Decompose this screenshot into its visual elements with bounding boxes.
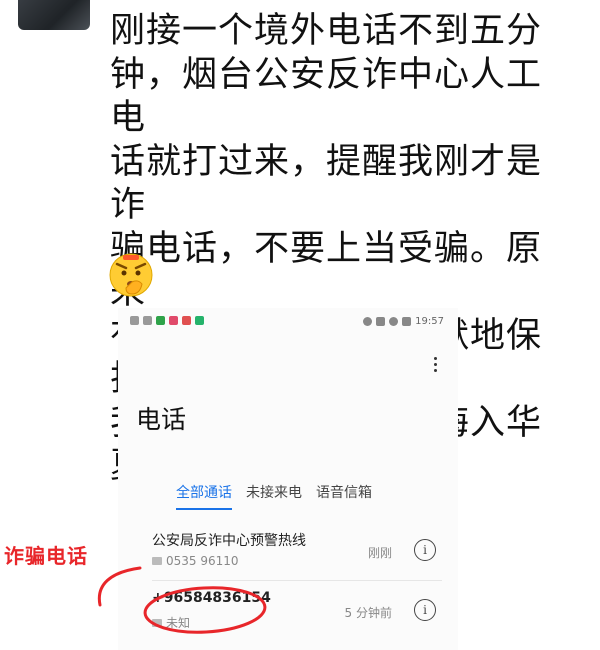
scam-call-annotation: 诈骗电话 bbox=[4, 544, 88, 568]
post-line: 刚接一个境外电话不到五分 bbox=[110, 11, 543, 51]
row-divider bbox=[152, 580, 442, 581]
call-log-screenshot: 19:57 电话 全部通话 未接来电 语音信箱 公安局反诈中心预警热线 0535… bbox=[118, 308, 458, 650]
tab-all-calls[interactable]: 全部通话 bbox=[176, 482, 232, 510]
app-notif-icon bbox=[182, 316, 191, 325]
status-time: 19:57 bbox=[415, 316, 444, 327]
battery-icon bbox=[402, 317, 412, 326]
shushing-face-emoji-icon bbox=[109, 253, 153, 297]
alarm-icon bbox=[389, 317, 399, 326]
call-log-row[interactable]: 公安局反诈中心预警热线 0535 96110 刚刚 i bbox=[118, 524, 458, 582]
caller-number: 0535 96110 bbox=[166, 554, 239, 568]
info-icon[interactable]: i bbox=[414, 599, 436, 621]
call-time: 5 分钟前 bbox=[344, 606, 392, 620]
tab-voicemail[interactable]: 语音信箱 bbox=[316, 482, 372, 502]
nfc-icon bbox=[376, 317, 386, 326]
caller-name: +96584836154 bbox=[152, 590, 271, 606]
eye-icon bbox=[363, 317, 373, 326]
poster-avatar[interactable] bbox=[18, 0, 90, 30]
caller-number: 未知 bbox=[166, 616, 191, 630]
more-options-icon[interactable] bbox=[432, 354, 438, 375]
tab-missed-calls[interactable]: 未接来电 bbox=[246, 482, 302, 502]
post-line: 骗电话，不要上当受骗。原来 bbox=[110, 228, 543, 313]
caller-name: 公安局反诈中心预警热线 bbox=[152, 533, 306, 549]
call-tabs: 全部通话 未接来电 语音信箱 bbox=[176, 482, 372, 510]
app-notif-icon bbox=[195, 316, 204, 325]
page-title: 电话 bbox=[136, 405, 187, 434]
post-line: 钟，烟台公安反诈中心人工电 bbox=[110, 54, 543, 139]
sim-card-icon bbox=[152, 618, 162, 627]
status-bar: 19:57 bbox=[118, 308, 458, 334]
post-line: 话就打过来，提醒我刚才是诈 bbox=[110, 141, 543, 226]
wifi-icon bbox=[143, 316, 152, 325]
signal-icon bbox=[130, 316, 139, 325]
info-icon[interactable]: i bbox=[414, 539, 436, 561]
call-log-row[interactable]: +96584836154 未知 5 分钟前 i bbox=[118, 584, 458, 642]
call-time: 刚刚 bbox=[367, 546, 392, 560]
app-notif-icon bbox=[169, 316, 178, 325]
wechat-notif-icon bbox=[156, 316, 165, 325]
sim-card-icon bbox=[152, 557, 162, 565]
